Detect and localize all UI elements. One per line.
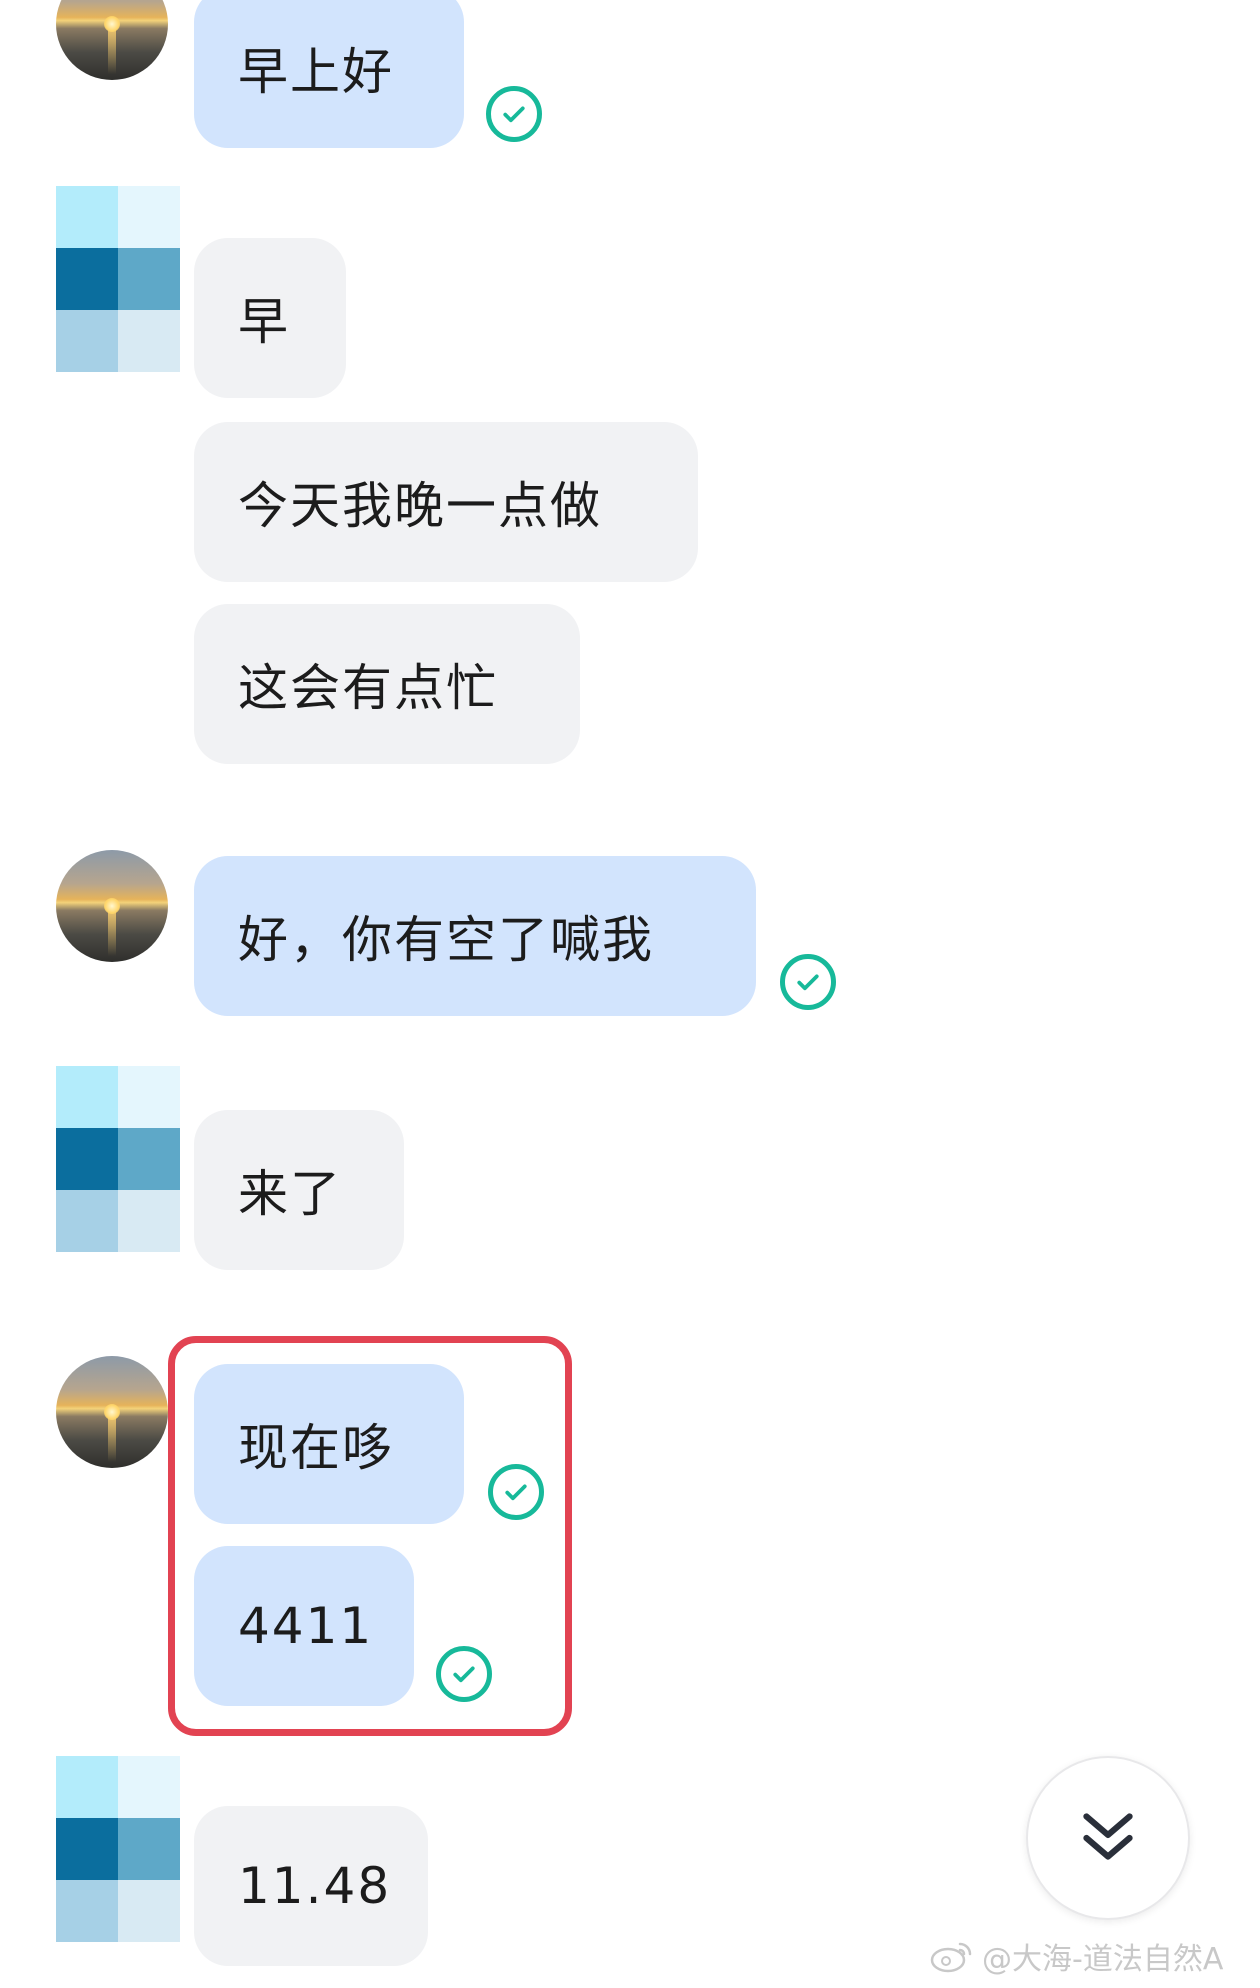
- contact-avatar-pixelated[interactable]: [56, 1066, 186, 1256]
- mosaic-cell: [56, 186, 118, 248]
- my-avatar[interactable]: [56, 0, 168, 80]
- mosaic-cell: [118, 1190, 180, 1252]
- mosaic-cell: [118, 1756, 180, 1818]
- check-circle-icon: [780, 954, 836, 1010]
- my-avatar[interactable]: [56, 850, 168, 962]
- check-circle-icon: [436, 1646, 492, 1702]
- chat-message-list[interactable]: 早上好 早 今天我晚一点做 这会有点忙 好，你有空了喊我 来了 现在哆 4411…: [0, 0, 1260, 1988]
- mosaic-cell: [118, 1066, 180, 1128]
- message-bubble-sent[interactable]: 早上好: [194, 0, 464, 148]
- mosaic-cell: [118, 310, 180, 372]
- contact-avatar-pixelated[interactable]: [56, 186, 186, 376]
- mosaic-cell: [118, 1880, 180, 1942]
- mosaic-cell: [118, 248, 180, 310]
- check-circle-icon: [488, 1464, 544, 1520]
- message-bubble-received[interactable]: 早: [194, 238, 346, 398]
- contact-avatar-pixelated[interactable]: [56, 1756, 186, 1946]
- check-circle-icon: [486, 86, 542, 142]
- message-bubble-received[interactable]: 来了: [194, 1110, 404, 1270]
- watermark: @大海-道法自然A: [930, 1934, 1223, 1978]
- message-text: 4411: [238, 1597, 374, 1655]
- message-text: 早: [238, 293, 290, 351]
- message-text: 好，你有空了喊我: [238, 911, 654, 969]
- mosaic-cell: [56, 1128, 118, 1190]
- message-text: 早上好: [238, 43, 394, 101]
- mosaic-cell: [56, 1818, 118, 1880]
- mosaic-cell: [56, 1756, 118, 1818]
- mosaic-cell: [56, 310, 118, 372]
- mosaic-cell: [118, 186, 180, 248]
- message-text: 这会有点忙: [238, 659, 498, 717]
- message-text: 今天我晚一点做: [238, 477, 602, 535]
- weibo-logo-icon: [930, 1942, 972, 1973]
- message-text: 现在哆: [238, 1419, 394, 1477]
- scroll-to-bottom-button[interactable]: [1026, 1756, 1190, 1920]
- mosaic-cell: [118, 1128, 180, 1190]
- message-bubble-received[interactable]: 11.48: [194, 1806, 428, 1966]
- message-bubble-sent[interactable]: 现在哆: [194, 1364, 464, 1524]
- my-avatar[interactable]: [56, 1356, 168, 1468]
- double-chevron-down-icon: [1083, 1813, 1133, 1860]
- watermark-text: @大海-道法自然A: [982, 1942, 1224, 1977]
- message-text: 11.48: [238, 1857, 392, 1915]
- mosaic-cell: [56, 1066, 118, 1128]
- message-bubble-sent[interactable]: 好，你有空了喊我: [194, 856, 756, 1016]
- mosaic-cell: [56, 1190, 118, 1252]
- message-bubble-received[interactable]: 这会有点忙: [194, 604, 580, 764]
- message-bubble-sent[interactable]: 4411: [194, 1546, 414, 1706]
- mosaic-cell: [56, 1880, 118, 1942]
- mosaic-cell: [56, 248, 118, 310]
- message-text: 来了: [238, 1165, 342, 1223]
- mosaic-cell: [118, 1818, 180, 1880]
- message-bubble-received[interactable]: 今天我晚一点做: [194, 422, 698, 582]
